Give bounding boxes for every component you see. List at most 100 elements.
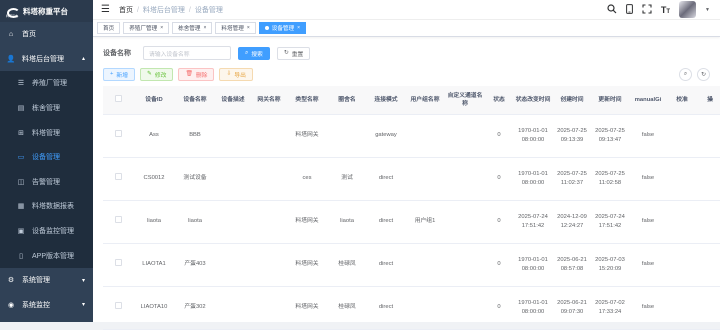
sidebar-item[interactable]: ▣ 设备监控管理: [0, 218, 93, 244]
table-row[interactable]: Ass BBB 料塔网关 gateway 0 1970-01-01 08:00:00 202…: [103, 114, 720, 158]
row-checkbox[interactable]: [114, 302, 122, 309]
sidebar-item[interactable]: ⚙ 系统管理 ▾: [0, 268, 93, 293]
sidebar-item-label: 栋舍管理: [32, 105, 60, 113]
sidebar-item[interactable]: ▭ 设备管理: [0, 144, 93, 170]
table-row[interactable]: LIAOTA10 产蛋302 料塔网关 桂碌凤 direct 0 1970-01-01 08…: [103, 286, 720, 330]
breadcrumb-section: 料塔后台管理: [142, 6, 185, 14]
sidebar-item-label: 告警管理: [32, 178, 60, 186]
column-header: 设备名称: [175, 86, 215, 115]
table-cell: 0: [485, 243, 513, 287]
add-button[interactable]: + 新增: [103, 67, 135, 81]
table-cell: [251, 200, 287, 244]
table-cell: [215, 157, 251, 201]
table-cell: 1970-01-01 08:00:00: [513, 243, 553, 287]
edit-button[interactable]: ✎ 修改: [140, 67, 174, 81]
table-cell: 料塔网关: [287, 114, 327, 158]
breadcrumb-current: 设备管理: [194, 6, 223, 14]
table-cell: [445, 286, 485, 330]
table-row[interactable]: CS0012 测试设备 ces 测试 direct 0 1970-01-01 08:00:0…: [103, 157, 720, 201]
row-select-cell: [103, 243, 133, 287]
table-cell: 1970-01-01 08:00:00: [513, 114, 553, 158]
avatar[interactable]: [679, 1, 697, 18]
table-cell: 测试: [327, 157, 367, 201]
sidebar-item[interactable]: ⌂ 首页: [0, 22, 93, 47]
fullscreen-icon[interactable]: [642, 3, 652, 16]
table-cell: [697, 243, 720, 287]
font-size-icon[interactable]: TT: [661, 5, 670, 15]
table-cell: 2025-07-24 17:51:42: [513, 200, 553, 244]
table-cell: 2025-07-02 17:33:24: [591, 286, 629, 330]
row-select-cell: [103, 286, 133, 330]
search-icon[interactable]: [607, 3, 617, 16]
table-cell: 0: [485, 157, 513, 201]
navbar-tools: TT ▼: [607, 1, 720, 18]
sidebar-item[interactable]: ⊞ 料塔管理: [0, 120, 93, 145]
hamburger-icon[interactable]: ☰: [101, 4, 110, 15]
sidebar-item-label: 设备监控管理: [32, 228, 74, 236]
mobile-icon[interactable]: [625, 3, 633, 16]
table-cell: 产蛋302: [175, 286, 215, 330]
gear-icon: ⚙: [7, 277, 15, 285]
sidebar-item[interactable]: ▯ APP版本管理: [0, 243, 93, 268]
table-cell: false: [629, 243, 667, 287]
row-checkbox[interactable]: [114, 259, 122, 266]
tab-tag[interactable]: 栋舍管理 ×: [172, 22, 213, 34]
sidebar-item[interactable]: ☰ 养殖厂管理: [0, 71, 93, 96]
reset-button[interactable]: ↻ 重置: [276, 46, 311, 60]
sidebar-item[interactable]: ◫ 告警管理: [0, 169, 93, 195]
table-cell: 2024-12-09 12:24:27: [553, 200, 591, 244]
search-button[interactable]: ⌕ 搜索: [238, 46, 270, 60]
table-cell: [327, 114, 367, 158]
table-cell: direct: [367, 243, 405, 287]
tab-tag-label: 首页: [103, 26, 115, 32]
table-cell: [405, 286, 445, 330]
refresh-icon[interactable]: ↻: [697, 67, 710, 81]
table-cell: 料塔网关: [287, 200, 327, 244]
close-icon[interactable]: ×: [297, 25, 300, 31]
table-cell: 料塔网关: [287, 286, 327, 330]
table-cell: BBB: [175, 114, 215, 158]
table-cell: 用户组1: [405, 200, 445, 244]
row-checkbox[interactable]: [114, 130, 122, 137]
sidebar-item[interactable]: ◉ 系统监控 ▾: [0, 293, 93, 318]
close-icon[interactable]: ×: [160, 25, 163, 31]
device-name-input[interactable]: 请输入设备名称: [143, 46, 231, 60]
sidebar-item-label: APP版本管理: [32, 252, 75, 260]
table-row[interactable]: LIAOTA1 产蛋403 料塔网关 桂碌凤 direct 0 1970-01-01 08:…: [103, 243, 720, 287]
delete-button[interactable]: 🗑 删除: [178, 67, 215, 81]
close-icon[interactable]: ×: [247, 25, 250, 31]
app-logo[interactable]: 料塔平台 料塔称重平台: [0, 0, 93, 22]
search-toggle-icon[interactable]: ⌕: [679, 67, 692, 81]
tab-tag[interactable]: 设备管理 ×: [258, 22, 307, 34]
sidebar-item[interactable]: ▤ 栋舍管理: [0, 95, 93, 121]
sidebar-item[interactable]: 👤 料塔后台管理 ▴: [0, 47, 93, 72]
sidebar-item-label: 设备管理: [32, 154, 60, 162]
table-row[interactable]: liaota liaota 料塔网关 liaota direct 用户组1 0 2025-07…: [103, 200, 720, 244]
search-icon: ⌕: [245, 49, 249, 56]
table-cell: [251, 157, 287, 201]
table-cell: [697, 114, 720, 158]
table-cell: 2025-06-21 09:07:30: [553, 286, 591, 330]
table-cell: [215, 286, 251, 330]
tab-tag[interactable]: 养殖厂管理 ×: [123, 22, 170, 34]
table-cell: 产蛋403: [175, 243, 215, 287]
tab-tag[interactable]: 首页: [97, 22, 121, 34]
table-cell: [215, 200, 251, 244]
close-icon[interactable]: ×: [204, 25, 207, 31]
table-cell: gateway: [367, 114, 405, 158]
table-cell: 2025-07-25 11:02:58: [591, 157, 629, 201]
tab-tag[interactable]: 料塔管理 ×: [215, 22, 256, 34]
table-cell: [251, 243, 287, 287]
export-button[interactable]: ⇩ 导出: [219, 67, 253, 81]
row-checkbox[interactable]: [114, 173, 122, 180]
breadcrumb-home[interactable]: 首页: [119, 7, 133, 14]
select-all-checkbox[interactable]: [114, 94, 122, 102]
table-cell: CS0012: [133, 157, 175, 201]
row-checkbox[interactable]: [114, 216, 122, 223]
table-header: 设备ID 设备名称 设备描述 网关名称 类型名称 圈舍名 连接模式 用户组名称 自定义通道名称状…: [103, 86, 720, 115]
phone-icon: ▯: [19, 252, 23, 260]
sidebar-item[interactable]: ▦ 料塔数据报表: [0, 194, 93, 219]
alert-icon: ◫: [17, 178, 25, 186]
tab-tag-label: 料塔管理: [221, 26, 244, 32]
caret-down-icon[interactable]: ▼: [705, 7, 710, 13]
